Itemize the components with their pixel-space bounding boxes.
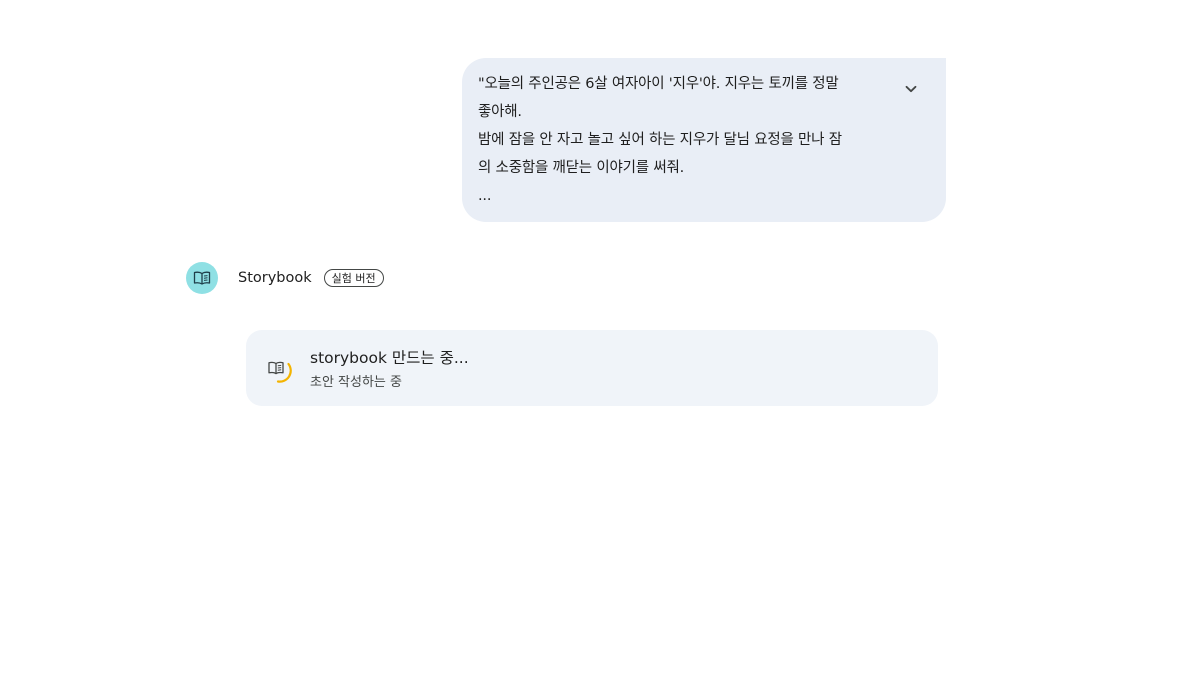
- user-message-text: "오늘의 주인공은 6살 여자아이 '지우'야. 지우는 토끼를 정말 좋아해.…: [478, 70, 886, 210]
- book-loading-icon: [268, 361, 292, 383]
- chat-page: "오늘의 주인공은 6살 여자아이 '지우'야. 지우는 토끼를 정말 좋아해.…: [0, 0, 1203, 680]
- progress-status: 초안 작성하는 중: [310, 375, 402, 390]
- user-message-line: 좋아해.: [478, 104, 522, 120]
- progress-card: storybook 만드는 중... 초안 작성하는 중: [246, 330, 938, 406]
- avatar: [186, 262, 218, 294]
- user-message-bubble: "오늘의 주인공은 6살 여자아이 '지우'야. 지우는 토끼를 정말 좋아해.…: [462, 58, 946, 222]
- user-message-line: ...: [478, 188, 492, 204]
- user-message-line: "오늘의 주인공은 6살 여자아이 '지우'야. 지우는 토끼를 정말: [478, 76, 839, 92]
- bot-name: Storybook: [238, 270, 312, 286]
- experimental-badge: 실험 버전: [323, 269, 384, 287]
- expand-message-button[interactable]: [900, 78, 922, 100]
- book-icon: [193, 271, 211, 285]
- user-message-line: 밤에 잠을 안 자고 놀고 싶어 하는 지우가 달님 요정을 만나 잠: [478, 132, 842, 148]
- user-message-line: 의 소중함을 깨닫는 이야기를 써줘.: [478, 160, 685, 176]
- bot-header: Storybook 실험 버전: [186, 262, 384, 294]
- chevron-down-icon: [905, 85, 917, 93]
- progress-title: storybook 만드는 중...: [310, 349, 469, 367]
